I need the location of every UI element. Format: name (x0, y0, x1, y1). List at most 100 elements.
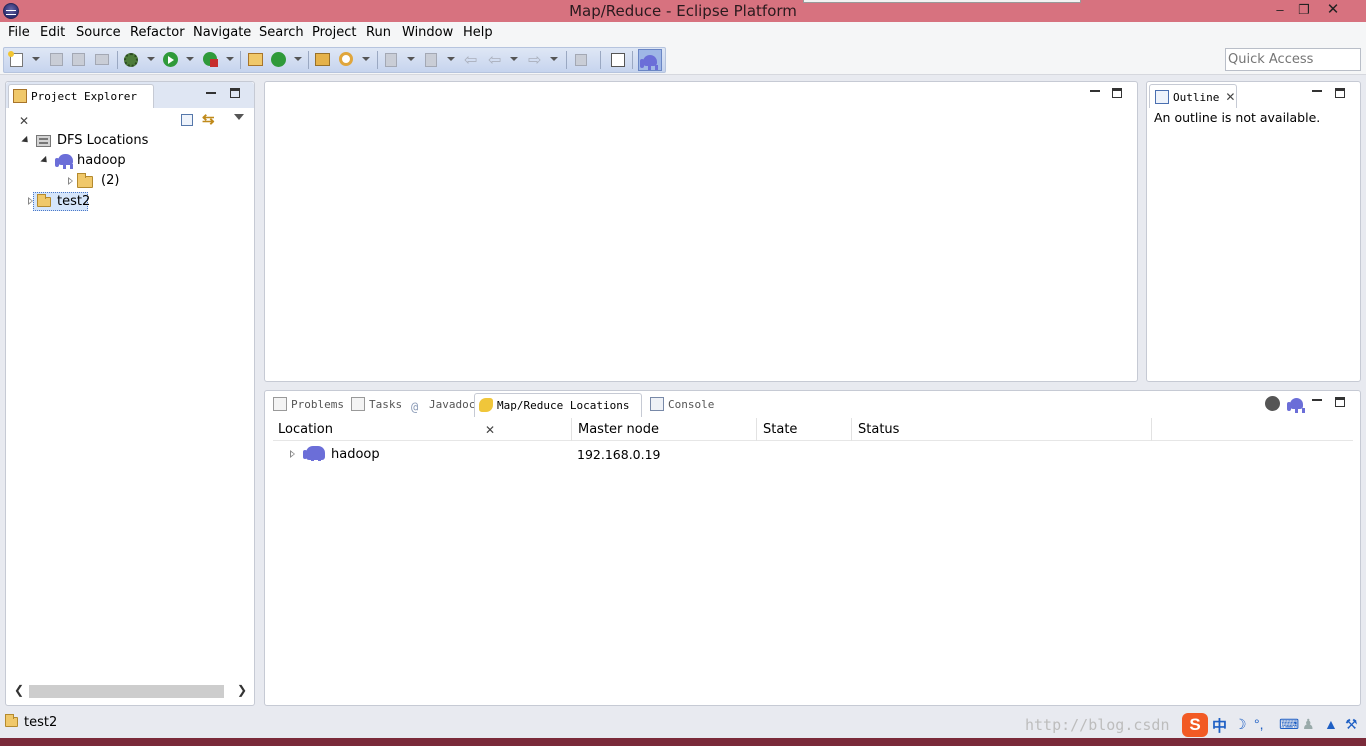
tab-mapreduce-locations[interactable]: Map/Reduce Locations✕ (474, 393, 642, 437)
horizontal-scrollbar[interactable]: ❮ ❯ (12, 683, 247, 699)
column-header-status[interactable]: Status (858, 422, 899, 437)
tree-item-hadoop[interactable]: hadoop (77, 152, 126, 170)
close-window-button[interactable]: ✕ (1318, 1, 1348, 19)
external-tools-dropdown-icon[interactable] (226, 57, 234, 61)
tab-tasks[interactable]: Tasks (349, 393, 402, 417)
edit-location-icon[interactable] (1265, 396, 1280, 411)
tab-console[interactable]: Console (648, 393, 714, 417)
quick-access-input[interactable] (1225, 48, 1361, 71)
last-edit-icon[interactable]: ⇦ (464, 50, 480, 69)
tab-project-explorer[interactable]: Project Explorer✕ (8, 84, 154, 128)
status-selection: test2 (24, 715, 58, 730)
ime-keyboard-icon[interactable]: ⌨ (1279, 716, 1299, 733)
column-header-location[interactable]: Location (278, 422, 333, 437)
tab-javadoc[interactable]: @ Javadoc (409, 393, 475, 417)
restore-window-button[interactable]: ❐ (1289, 1, 1319, 19)
column-header-master-node[interactable]: Master node (578, 422, 659, 437)
previous-annotation-dropdown-icon[interactable] (447, 57, 455, 61)
tab-problems[interactable]: Problems (271, 393, 344, 417)
back-icon[interactable]: ⇦ (488, 50, 504, 69)
print-icon[interactable] (95, 54, 109, 65)
menu-run[interactable]: Run (366, 25, 391, 40)
scrollbar-thumb[interactable] (29, 685, 224, 698)
javadoc-icon: @ (411, 400, 419, 414)
expanded-twisty-icon[interactable] (40, 155, 50, 166)
mapreduce-perspective-button[interactable] (638, 49, 662, 71)
run-dropdown-icon[interactable] (186, 57, 194, 61)
new-project-icon[interactable] (248, 53, 263, 66)
menu-navigate[interactable]: Navigate (193, 25, 251, 40)
tree-item-test2-selected[interactable]: test2 (33, 192, 90, 211)
scroll-right-icon[interactable]: ❯ (237, 683, 247, 697)
ime-skin-icon[interactable]: ▲ (1324, 716, 1338, 732)
new-hadoop-location-icon[interactable] (1287, 398, 1303, 413)
scroll-left-icon[interactable]: ❮ (14, 683, 24, 697)
column-separator[interactable] (1151, 418, 1152, 441)
back-dropdown-icon[interactable] (510, 57, 518, 61)
menu-window[interactable]: Window (402, 25, 453, 40)
tree-item-folder[interactable]: (2) (101, 172, 119, 190)
pin-editor-icon[interactable] (575, 54, 587, 66)
minimize-editor-button[interactable] (1090, 86, 1104, 100)
collapse-all-icon[interactable] (181, 114, 193, 126)
save-icon[interactable] (50, 53, 63, 66)
next-annotation-icon[interactable] (385, 53, 397, 67)
maximize-view-button[interactable] (1335, 88, 1349, 102)
toolbox-icon (210, 59, 218, 67)
new-star-icon (8, 51, 14, 57)
forward-dropdown-icon[interactable] (550, 57, 558, 61)
tab-console-label: Console (668, 398, 715, 411)
open-type-icon[interactable] (315, 53, 330, 66)
ime-moon-icon[interactable]: ☽ (1234, 716, 1247, 733)
save-all-icon[interactable] (72, 53, 85, 66)
next-annotation-dropdown-icon[interactable] (407, 57, 415, 61)
collapsed-twisty-icon[interactable] (290, 450, 295, 458)
new-dropdown-icon[interactable] (32, 57, 40, 61)
toolbar-separator (308, 51, 309, 69)
run-arrow-icon (168, 56, 174, 64)
minimize-view-button[interactable] (1312, 86, 1326, 100)
tab-project-explorer-label: Project Explorer (31, 90, 137, 103)
new-class-dropdown-icon[interactable] (294, 57, 302, 61)
ime-chinese-mode[interactable]: 中 (1212, 715, 1227, 736)
menu-source[interactable]: Source (76, 25, 121, 40)
debug-icon[interactable] (124, 53, 138, 67)
previous-annotation-icon[interactable] (425, 53, 437, 67)
menu-refactor[interactable]: Refactor (130, 25, 185, 40)
maximize-view-button[interactable] (1335, 397, 1349, 411)
new-class-icon[interactable] (271, 52, 286, 67)
ime-wrench-icon[interactable]: ⚒ (1345, 716, 1358, 733)
close-tab-icon[interactable]: ✕ (19, 109, 29, 133)
menu-search[interactable]: Search (259, 25, 304, 40)
menu-file[interactable]: File (8, 25, 30, 40)
column-header-state[interactable]: State (763, 422, 797, 437)
expanded-twisty-icon[interactable] (21, 135, 31, 146)
forward-icon[interactable]: ⇨ (528, 50, 544, 69)
search-icon[interactable] (339, 52, 353, 66)
debug-dropdown-icon[interactable] (147, 57, 155, 61)
collapsed-twisty-icon[interactable] (68, 177, 73, 185)
menu-project[interactable]: Project (312, 25, 356, 40)
menu-help[interactable]: Help (463, 25, 493, 40)
close-tab-icon[interactable]: ✕ (1225, 85, 1235, 109)
minimize-view-button[interactable] (1312, 395, 1326, 409)
open-perspective-icon[interactable] (611, 53, 625, 67)
column-separator[interactable] (571, 418, 572, 441)
view-menu-icon[interactable] (234, 114, 244, 120)
ime-punctuation-icon[interactable]: °, (1254, 716, 1264, 732)
tab-outline[interactable]: Outline ✕ (1149, 84, 1237, 108)
maximize-view-button[interactable] (230, 88, 244, 102)
hadoop-elephant-icon (55, 154, 73, 169)
menu-edit[interactable]: Edit (40, 25, 65, 40)
ime-user-icon[interactable]: ♟ (1302, 716, 1315, 733)
link-with-editor-icon[interactable]: ⇆ (202, 110, 215, 128)
minimize-icon (1090, 86, 1100, 92)
sogou-ime-icon[interactable]: S (1182, 713, 1208, 737)
column-separator[interactable] (756, 418, 757, 441)
tree-item-dfs-locations[interactable]: DFS Locations (57, 132, 148, 150)
maximize-editor-button[interactable] (1112, 88, 1126, 102)
minimize-view-button[interactable] (206, 88, 220, 102)
search-dropdown-icon[interactable] (362, 57, 370, 61)
maximize-icon (1335, 88, 1345, 98)
column-separator[interactable] (851, 418, 852, 441)
